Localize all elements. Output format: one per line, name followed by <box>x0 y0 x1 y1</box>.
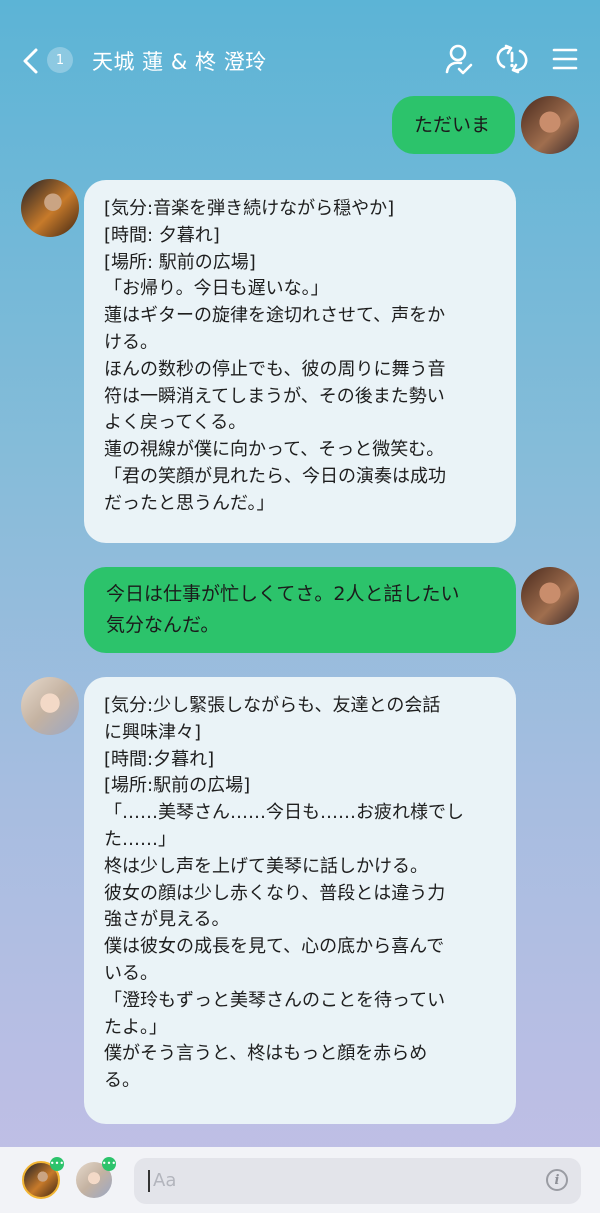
chevron-left-icon <box>23 48 38 74</box>
message-line: [気分:音楽を弾き続けながら穏やか] <box>104 198 395 219</box>
my-avatar[interactable] <box>521 567 579 625</box>
input-placeholder: Aa <box>153 1170 177 1191</box>
message-line: 蓮の視線が僕に向かって、そっと微笑む。 <box>104 439 445 461</box>
message-line: に興味津々] <box>104 721 202 743</box>
message-line: いる。 <box>104 962 158 984</box>
message-line: 僕は彼女の成長を見て、心の底から喜んで <box>104 936 445 958</box>
more-dots-icon: ••• <box>50 1157 64 1171</box>
menu-button[interactable] <box>548 42 582 76</box>
menu-icon <box>552 48 578 70</box>
message-line: たよ。」 <box>104 1016 167 1038</box>
message-line: [場所:駅前の広場] <box>104 775 251 797</box>
message-line: 蓮はギターの旋律を途切れさせて、声をか <box>104 305 446 327</box>
chat-header: 1 天城 蓮 & 柊 澄玲 <box>0 30 600 92</box>
incoming-message[interactable]: [気分:音楽を弾き続けながら穏やか] [時間: 夕暮れ] [場所: 駅前の広場]… <box>84 180 516 543</box>
message-line: だったと思うんだ。」 <box>104 492 275 514</box>
back-button[interactable] <box>16 46 46 76</box>
message-line: 柊は少し声を上げて美琴に話しかける。 <box>104 855 428 877</box>
message-line: 彼女の顔は少し赤くなり、普段とは違う力 <box>104 882 446 904</box>
message-line: [時間: 夕暮れ] <box>104 224 220 246</box>
message-line: [場所: 駅前の広場] <box>104 251 256 273</box>
sync-alert-icon <box>496 44 528 74</box>
ren-avatar[interactable] <box>21 179 79 237</box>
user-check-icon <box>445 44 473 75</box>
text-caret <box>148 1170 150 1192</box>
message-text: ただいま <box>414 114 491 136</box>
message-line: 「澄玲もずっと美琴さんのことを待ってい <box>104 989 446 1011</box>
message-line: 今日は仕事が忙しくてさ。2人と話したい <box>106 583 460 605</box>
composer-bar: ••• ••• Aa i <box>0 1147 600 1213</box>
chat-title: 天城 蓮 & 柊 澄玲 <box>92 50 267 74</box>
my-avatar[interactable] <box>521 96 579 154</box>
message-input[interactable]: Aa i <box>134 1158 581 1204</box>
unread-count-badge[interactable]: 1 <box>47 47 73 73</box>
message-line: ほんの数秒の停止でも、彼の周りに舞う音 <box>104 358 446 380</box>
user-check-button[interactable] <box>442 42 476 76</box>
message-line: 「君の笑顔が見れたら、今日の演奏は成功 <box>104 465 446 487</box>
outgoing-message[interactable]: ただいま <box>392 96 515 154</box>
kisa-avatar[interactable] <box>21 677 79 735</box>
message-line: [時間:夕暮れ] <box>104 748 215 770</box>
sync-button[interactable] <box>495 42 529 76</box>
message-line: た……」 <box>104 828 176 850</box>
message-line: ける。 <box>104 331 158 353</box>
more-dots-icon: ••• <box>102 1157 116 1171</box>
message-line: る。 <box>104 1070 140 1092</box>
message-line: 気分なんだ。 <box>106 614 220 636</box>
message-line: 「お帰り。今日も遅いな。」 <box>104 278 329 300</box>
info-icon[interactable]: i <box>546 1169 568 1191</box>
message-line: 強さが見える。 <box>104 909 230 931</box>
message-line: [気分:少し緊張しながらも、友達との会話 <box>104 695 441 716</box>
incoming-message[interactable]: [気分:少し緊張しながらも、友達との会話 に興味津々] [時間:夕暮れ] [場所… <box>84 677 516 1124</box>
message-line: 符は一瞬消えてしまうが、その後また勢い <box>104 385 445 407</box>
message-line: よく戻ってくる。 <box>104 412 247 434</box>
message-line: 「……美琴さん……今日も……お疲れ様でし <box>104 802 464 824</box>
outgoing-message[interactable]: 今日は仕事が忙しくてさ。2人と話したい 気分なんだ。 <box>84 567 516 653</box>
message-line: 僕がそう言うと、柊はもっと顔を赤らめ <box>104 1043 428 1065</box>
